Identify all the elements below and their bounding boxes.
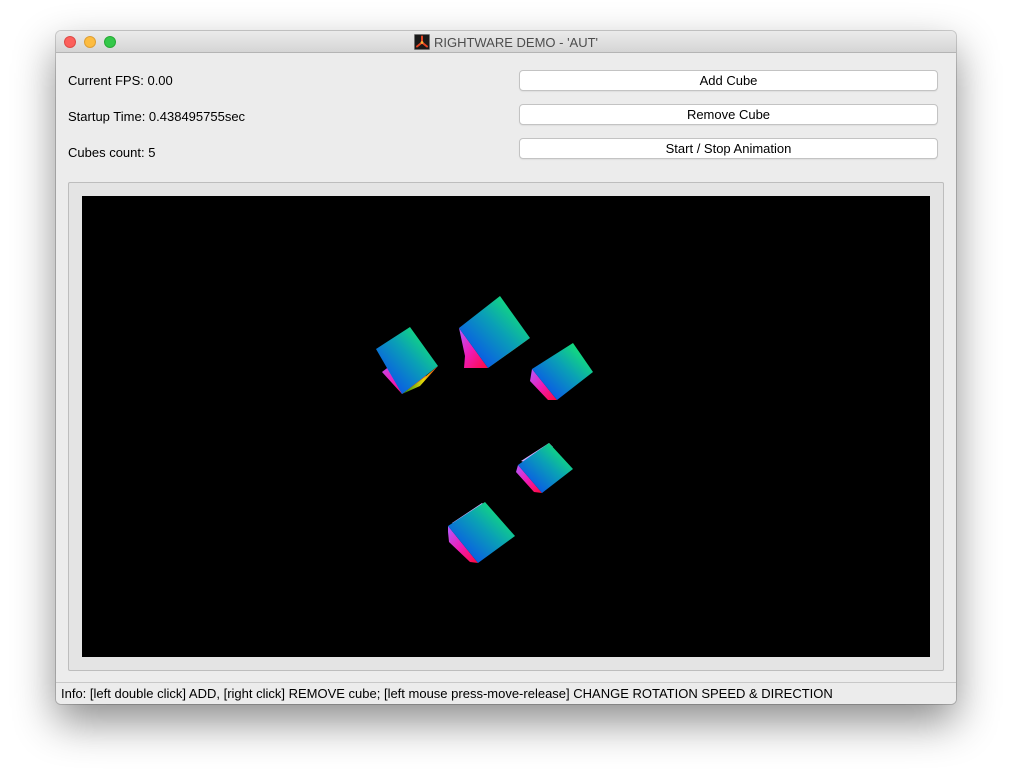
- cube[interactable]: [376, 327, 438, 394]
- window-title-container: RIGHTWARE DEMO - 'AUT': [56, 31, 956, 53]
- app-logo-icon: [414, 34, 430, 50]
- status-info-text: Info: [left double click] ADD, [right cl…: [61, 686, 833, 701]
- status-bar: Info: [left double click] ADD, [right cl…: [56, 682, 956, 704]
- fps-label: Current FPS: 0.00: [68, 73, 173, 88]
- window-title: RIGHTWARE DEMO - 'AUT': [433, 34, 599, 50]
- app-window: RIGHTWARE DEMO - 'AUT' Current FPS: 0.00…: [56, 31, 956, 704]
- cube[interactable]: [448, 502, 515, 563]
- cube-scene: [376, 296, 593, 563]
- start-stop-animation-button[interactable]: Start / Stop Animation: [519, 138, 938, 159]
- cube[interactable]: [459, 296, 530, 368]
- remove-cube-button[interactable]: Remove Cube: [519, 104, 938, 125]
- add-cube-button[interactable]: Add Cube: [519, 70, 938, 91]
- startup-time-label: Startup Time: 0.438495755sec: [68, 109, 246, 124]
- title-bar[interactable]: RIGHTWARE DEMO - 'AUT': [56, 31, 956, 53]
- cube[interactable]: [530, 343, 593, 400]
- cube[interactable]: [516, 443, 573, 493]
- cubes-count-label: Cubes count: 5: [68, 145, 156, 160]
- gl-render-canvas[interactable]: [82, 196, 930, 657]
